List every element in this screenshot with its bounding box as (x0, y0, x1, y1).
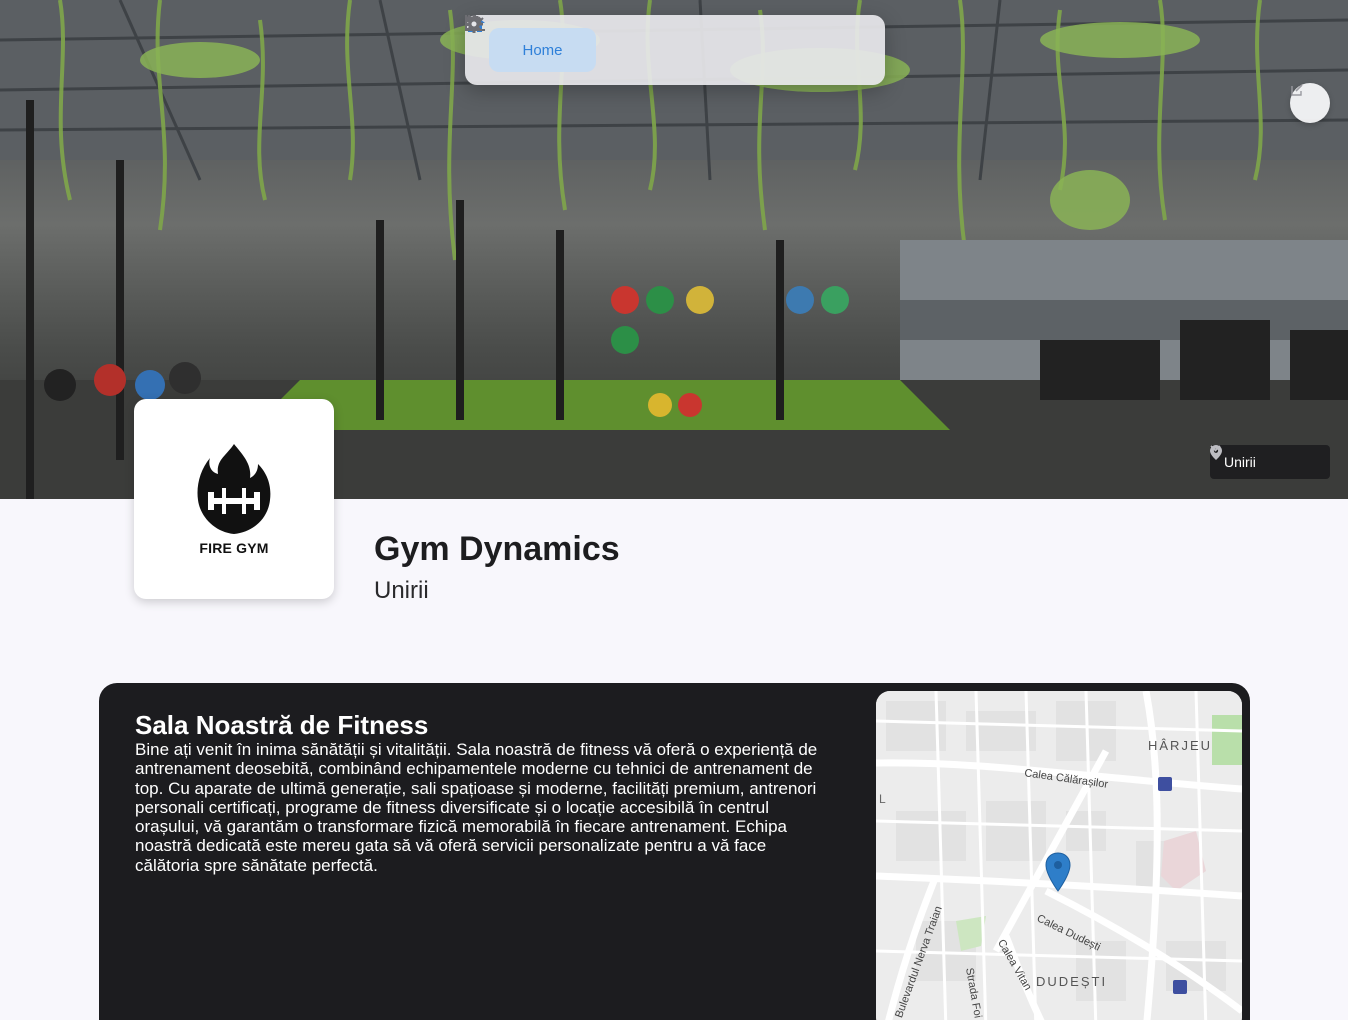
fire-gym-logo-icon (197, 444, 271, 534)
gym-name: Gym Dynamics (374, 530, 620, 568)
edit-icon (1291, 84, 1303, 96)
location-select[interactable]: Unirii (1210, 445, 1330, 479)
top-nav-bar: Home (465, 15, 885, 85)
nav-home[interactable]: Home (465, 15, 596, 72)
nav-schedule[interactable] (465, 15, 728, 72)
about-section: Sala Noastră de Fitness Bine ați venit î… (99, 683, 1250, 1020)
nav-progress[interactable] (465, 15, 794, 72)
gym-logo-card: FIRE GYM (134, 399, 334, 599)
location-select-value: Unirii (1224, 454, 1256, 470)
chevron-down-icon (1210, 445, 1221, 452)
map-label-edge: L (879, 792, 886, 806)
gear-icon (465, 15, 483, 33)
nav-home-label: Home (522, 41, 563, 59)
logo-text: FIRE GYM (199, 540, 269, 556)
map-label-district-1: HÂRJEU (1148, 738, 1213, 753)
edit-cover-button[interactable] (1290, 83, 1330, 123)
nav-workouts[interactable] (465, 16, 662, 72)
about-description: Bine ați venit în inima sănătății și vit… (135, 740, 818, 875)
about-title: Sala Noastră de Fitness (135, 710, 429, 740)
gym-branch: Unirii (374, 577, 429, 604)
nav-settings[interactable] (465, 15, 860, 72)
map-label-district-2: DUDEȘTI (1036, 974, 1108, 989)
location-map[interactable]: HÂRJEU DUDEȘTI Calea Călărașilor Calea D… (876, 691, 1242, 1020)
